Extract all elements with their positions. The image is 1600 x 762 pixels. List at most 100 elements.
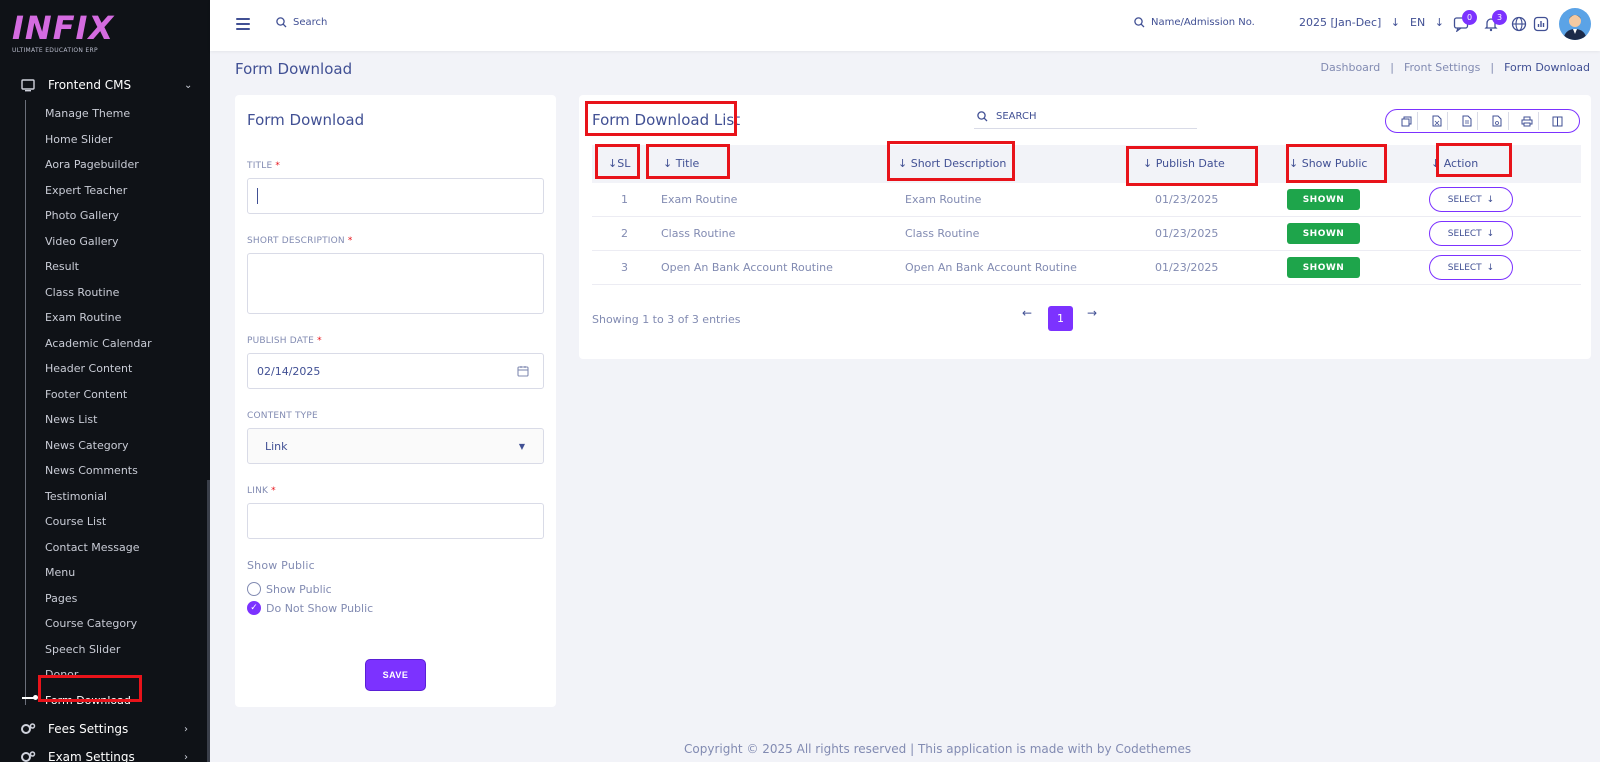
- status-badge: SHOWN: [1287, 189, 1360, 210]
- print-button[interactable]: [1517, 112, 1539, 130]
- sidebar-item-manage-theme[interactable]: Manage Theme: [45, 106, 130, 122]
- cell-description: Open An Bank Account Routine: [905, 261, 1077, 274]
- globe-icon: [1511, 16, 1527, 32]
- sidebar-item-header-content[interactable]: Header Content: [45, 361, 132, 377]
- sidebar-item-home-slider[interactable]: Home Slider: [45, 132, 112, 148]
- footer-copyright: Copyright © 2025 All rights reserved | T…: [684, 742, 1192, 756]
- reports-button[interactable]: [1533, 16, 1549, 32]
- select-action-button[interactable]: SELECT ↓: [1429, 221, 1513, 246]
- logo[interactable]: INFIX ULTIMATE EDUCATION ERP: [12, 10, 114, 54]
- sidebar-scrollbar[interactable]: [207, 480, 210, 762]
- sidebar-item-course-list[interactable]: Course List: [45, 514, 106, 530]
- submenu-line: [25, 100, 26, 705]
- sidebar-section-label: Frontend CMS: [48, 78, 132, 92]
- sidebar-item-menu[interactable]: Menu: [45, 565, 75, 581]
- chevron-right-icon: ›: [184, 723, 188, 735]
- language-selector[interactable]: EN ↓: [1410, 16, 1444, 29]
- search-icon: [977, 111, 988, 122]
- radio-show-public[interactable]: Show Public: [247, 582, 332, 596]
- cell-publish-date: 01/23/2025: [1155, 193, 1219, 206]
- highlight-box: [646, 144, 730, 179]
- csv-button[interactable]: [1456, 112, 1479, 130]
- notifications-button[interactable]: 3: [1483, 10, 1507, 32]
- arrow-down-icon: ↓: [1486, 194, 1495, 205]
- messages-button[interactable]: 0: [1453, 10, 1477, 33]
- sidebar-item-footer-content[interactable]: Footer Content: [45, 387, 127, 403]
- sidebar-item-exam-routine[interactable]: Exam Routine: [45, 310, 121, 326]
- radio-do-not-show-public-label: Do Not Show Public: [266, 601, 374, 615]
- sidebar-item-aora-pagebuilder[interactable]: Aora Pagebuilder: [45, 157, 139, 173]
- cell-description: Class Routine: [905, 227, 980, 240]
- sidebar-section-fees-settings[interactable]: Fees Settings ›: [20, 718, 188, 740]
- save-button[interactable]: SAVE: [366, 660, 425, 690]
- excel-button[interactable]: [1426, 112, 1449, 130]
- highlight-box: [585, 101, 737, 136]
- breadcrumb-front-settings[interactable]: Front Settings: [1404, 61, 1480, 74]
- highlight-box: [887, 141, 1015, 181]
- menu-toggle-icon[interactable]: [236, 18, 250, 30]
- arrow-down-icon: ↓: [1434, 16, 1444, 29]
- breadcrumb-current: Form Download: [1504, 61, 1590, 74]
- link-input[interactable]: [247, 503, 544, 539]
- content-type-select[interactable]: Link ▼: [247, 428, 544, 464]
- sidebar-item-academic-calendar[interactable]: Academic Calendar: [45, 336, 152, 352]
- title-input[interactable]: [247, 178, 544, 214]
- logo-wordmark: INFIX: [12, 9, 115, 47]
- radio-do-not-show-public[interactable]: ✓ Do Not Show Public: [247, 601, 373, 615]
- page-button-current[interactable]: 1: [1048, 306, 1073, 331]
- content-type-value: Link: [265, 439, 288, 453]
- sidebar-item-news-comments[interactable]: News Comments: [45, 463, 138, 479]
- pdf-file-icon: [1492, 115, 1502, 127]
- sidebar-item-news-category[interactable]: News Category: [45, 438, 128, 454]
- short-description-textarea[interactable]: [247, 253, 544, 314]
- sidebar-item-class-routine[interactable]: Class Routine: [45, 285, 119, 301]
- publish-date-input[interactable]: 02/14/2025: [247, 353, 544, 389]
- active-indicator: [22, 695, 38, 700]
- breadcrumb: Dashboard | Front Settings | Form Download: [1320, 61, 1590, 74]
- select-action-button[interactable]: SELECT ↓: [1429, 255, 1513, 280]
- select-action-button[interactable]: SELECT ↓: [1429, 187, 1513, 212]
- breadcrumb-dashboard[interactable]: Dashboard: [1321, 61, 1381, 74]
- sidebar-item-speech-slider[interactable]: Speech Slider: [45, 642, 120, 658]
- student-search-box[interactable]: Name/Admission No.: [1134, 17, 1255, 28]
- sidebar-section-exam-settings[interactable]: Exam Settings ›: [20, 746, 188, 762]
- arrow-left-icon: ←: [1022, 306, 1033, 320]
- sidebar-item-pages[interactable]: Pages: [45, 591, 77, 607]
- academic-year-selector[interactable]: 2025 [Jan-Dec] ↓: [1299, 16, 1400, 29]
- sidebar-item-result[interactable]: Result: [45, 259, 79, 275]
- sidebar-item-expert-teacher[interactable]: Expert Teacher: [45, 183, 127, 199]
- arrow-down-icon: ↓: [1486, 228, 1495, 239]
- sidebar-item-testimonial[interactable]: Testimonial: [45, 489, 107, 505]
- website-button[interactable]: [1511, 16, 1527, 32]
- table-row: 1 Exam Routine Exam Routine 01/23/2025 S…: [592, 183, 1581, 217]
- pdf-button[interactable]: [1487, 112, 1509, 130]
- sidebar-section-label: Exam Settings: [48, 750, 135, 762]
- avatar[interactable]: [1559, 8, 1591, 40]
- export-toolbar: [1385, 109, 1580, 133]
- search-box[interactable]: Search: [276, 17, 327, 28]
- sidebar: INFIX ULTIMATE EDUCATION ERP Frontend CM…: [0, 0, 210, 762]
- radio-show-public-label: Show Public: [266, 582, 332, 596]
- sidebar-item-photo-gallery[interactable]: Photo Gallery: [45, 208, 119, 224]
- table-search[interactable]: SEARCH: [974, 105, 1197, 129]
- cms-icon: [20, 78, 36, 92]
- sidebar-item-video-gallery[interactable]: Video Gallery: [45, 234, 119, 250]
- columns-button[interactable]: [1547, 112, 1569, 130]
- search-icon: [276, 17, 287, 28]
- sidebar-section-frontend-cms[interactable]: Frontend CMS ⌄: [20, 74, 192, 96]
- copy-button[interactable]: [1396, 112, 1419, 130]
- language-value: EN: [1410, 16, 1426, 29]
- status-badge: SHOWN: [1287, 257, 1360, 278]
- student-search-label: Name/Admission No.: [1151, 17, 1255, 28]
- publish-date-value: 02/14/2025: [257, 364, 321, 378]
- prev-page-button[interactable]: ←: [1022, 306, 1032, 320]
- copy-icon: [1401, 116, 1412, 126]
- sidebar-item-contact-message[interactable]: Contact Message: [45, 540, 140, 556]
- publish-date-label: PUBLISH DATE *: [247, 336, 322, 346]
- cell-publish-date: 01/23/2025: [1155, 261, 1219, 274]
- calendar-icon[interactable]: [517, 365, 529, 377]
- next-page-button[interactable]: →: [1087, 306, 1097, 320]
- sidebar-item-course-category[interactable]: Course Category: [45, 616, 137, 632]
- sidebar-section-label: Fees Settings: [48, 722, 129, 736]
- sidebar-item-news-list[interactable]: News List: [45, 412, 97, 428]
